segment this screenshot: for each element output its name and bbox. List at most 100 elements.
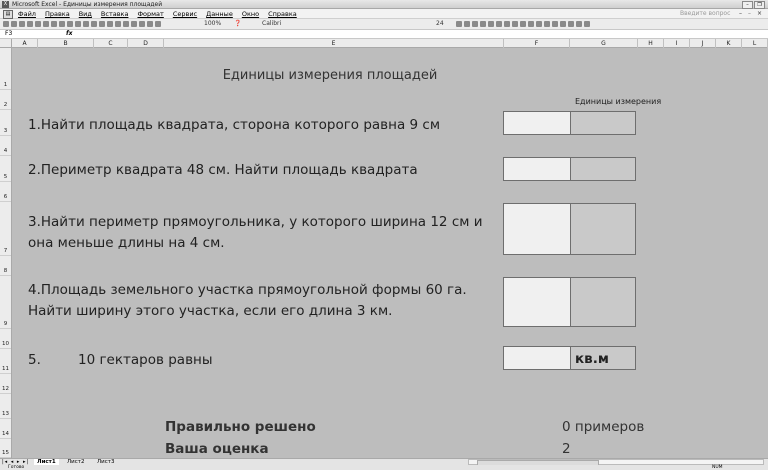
font-color-icon[interactable] <box>584 20 590 27</box>
row-header[interactable]: 3 <box>0 110 11 136</box>
menu-format[interactable]: Формат <box>137 9 163 19</box>
unit-cell-2[interactable] <box>570 157 636 181</box>
fill-color-icon[interactable] <box>576 20 582 27</box>
row-header[interactable]: 13 <box>0 394 11 419</box>
format-painter-icon[interactable] <box>91 20 97 27</box>
menu-insert[interactable]: Вставка <box>101 9 129 19</box>
help-search-input[interactable]: Введите вопрос <box>680 9 730 19</box>
menu-file[interactable]: Файл <box>18 9 36 19</box>
select-all-corner[interactable] <box>0 39 12 48</box>
column-header[interactable]: A <box>12 39 38 48</box>
row-header[interactable]: 5 <box>0 156 11 182</box>
row-header[interactable]: 9 <box>0 276 11 329</box>
status-mode: NUM <box>712 465 723 470</box>
open-icon[interactable] <box>11 20 17 27</box>
units-header: Единицы измерения <box>575 97 662 106</box>
menu-tools[interactable]: Сервис <box>173 9 197 19</box>
column-header[interactable]: J <box>690 39 716 48</box>
percent-icon[interactable] <box>520 20 526 27</box>
row-header[interactable]: 15 <box>0 439 11 458</box>
drawing-icon[interactable] <box>155 20 161 27</box>
comma-style-icon[interactable] <box>528 20 534 27</box>
answer-input-5[interactable] <box>503 346 571 370</box>
underline-icon[interactable] <box>472 20 478 27</box>
name-box[interactable]: F3 <box>1 30 57 38</box>
row-header[interactable]: 4 <box>0 136 11 156</box>
answer-input-1[interactable] <box>503 111 571 135</box>
bold-icon[interactable] <box>456 20 462 27</box>
column-header[interactable]: C <box>94 39 128 48</box>
document-icon[interactable]: ▤ <box>3 10 13 19</box>
save-icon[interactable] <box>19 20 25 27</box>
answer-input-3[interactable] <box>503 203 571 255</box>
align-left-icon[interactable] <box>480 20 486 27</box>
unit-cell-5[interactable]: кв.м <box>570 346 636 370</box>
row-header[interactable]: 12 <box>0 374 11 394</box>
sort-asc-icon[interactable] <box>131 20 137 27</box>
unit-cell-4[interactable] <box>570 277 636 327</box>
restore-icon[interactable]: ❐ <box>754 1 765 9</box>
align-center-icon[interactable] <box>488 20 494 27</box>
column-header[interactable]: K <box>716 39 742 48</box>
row-header[interactable]: 10 <box>0 329 11 349</box>
row-header[interactable]: 14 <box>0 419 11 439</box>
column-header[interactable]: E <box>164 39 504 48</box>
minimize-icon[interactable]: – <box>742 1 753 9</box>
row-header[interactable]: 8 <box>0 256 11 276</box>
menu-window[interactable]: Окно <box>242 9 259 19</box>
answer-input-4[interactable] <box>503 277 571 327</box>
column-header[interactable]: F <box>504 39 570 48</box>
cut-icon[interactable] <box>67 20 73 27</box>
excel-icon: X <box>2 1 9 8</box>
standard-toolbar-icons <box>3 20 163 28</box>
row-header[interactable]: 6 <box>0 182 11 202</box>
permission-icon[interactable] <box>27 20 33 27</box>
unit-cell-1[interactable] <box>570 111 636 135</box>
answer-input-2[interactable] <box>503 157 571 181</box>
preview-icon[interactable] <box>43 20 49 27</box>
undo-icon[interactable] <box>99 20 105 27</box>
function-icon[interactable]: fx <box>66 30 72 38</box>
hyperlink-icon[interactable] <box>115 20 121 27</box>
new-icon[interactable] <box>3 20 9 27</box>
menu-data[interactable]: Данные <box>206 9 233 19</box>
align-right-icon[interactable] <box>496 20 502 27</box>
column-header[interactable]: D <box>128 39 164 48</box>
autosum-icon[interactable] <box>123 20 129 27</box>
increase-indent-icon[interactable] <box>560 20 566 27</box>
row-header[interactable]: 7 <box>0 202 11 256</box>
currency-icon[interactable] <box>512 20 518 27</box>
font-select[interactable]: Calibri <box>262 20 281 28</box>
research-icon[interactable] <box>59 20 65 27</box>
help-icon[interactable]: ❓ <box>234 20 241 28</box>
increase-decimal-icon[interactable] <box>536 20 542 27</box>
paste-icon[interactable] <box>83 20 89 27</box>
column-header[interactable]: G <box>570 39 638 48</box>
italic-icon[interactable] <box>464 20 470 27</box>
unit-cell-3[interactable] <box>570 203 636 255</box>
row-header[interactable]: 2 <box>0 90 11 110</box>
menu-help[interactable]: Справка <box>268 9 297 19</box>
font-size-select[interactable]: 24 <box>436 20 444 28</box>
merge-center-icon[interactable] <box>504 20 510 27</box>
chart-icon[interactable] <box>147 20 153 27</box>
decrease-indent-icon[interactable] <box>552 20 558 27</box>
decrease-decimal-icon[interactable] <box>544 20 550 27</box>
sort-desc-icon[interactable] <box>139 20 145 27</box>
spelling-icon[interactable] <box>51 20 57 27</box>
column-header[interactable]: L <box>742 39 768 48</box>
row-header[interactable]: 11 <box>0 349 11 374</box>
column-header[interactable]: H <box>638 39 664 48</box>
column-header[interactable]: I <box>664 39 690 48</box>
menu-edit[interactable]: Правка <box>45 9 70 19</box>
print-icon[interactable] <box>35 20 41 27</box>
question-5-text: 10 гектаров равны <box>78 352 213 368</box>
redo-icon[interactable] <box>107 20 113 27</box>
borders-icon[interactable] <box>568 20 574 27</box>
menu-view[interactable]: Вид <box>79 9 92 19</box>
copy-icon[interactable] <box>75 20 81 27</box>
doc-window-controls[interactable]: – ₋ × <box>739 9 764 19</box>
zoom-select[interactable]: 100% <box>204 20 221 28</box>
column-header[interactable]: B <box>38 39 94 48</box>
question-1: 1.Найти площадь квадрата, сторона которо… <box>28 117 441 133</box>
